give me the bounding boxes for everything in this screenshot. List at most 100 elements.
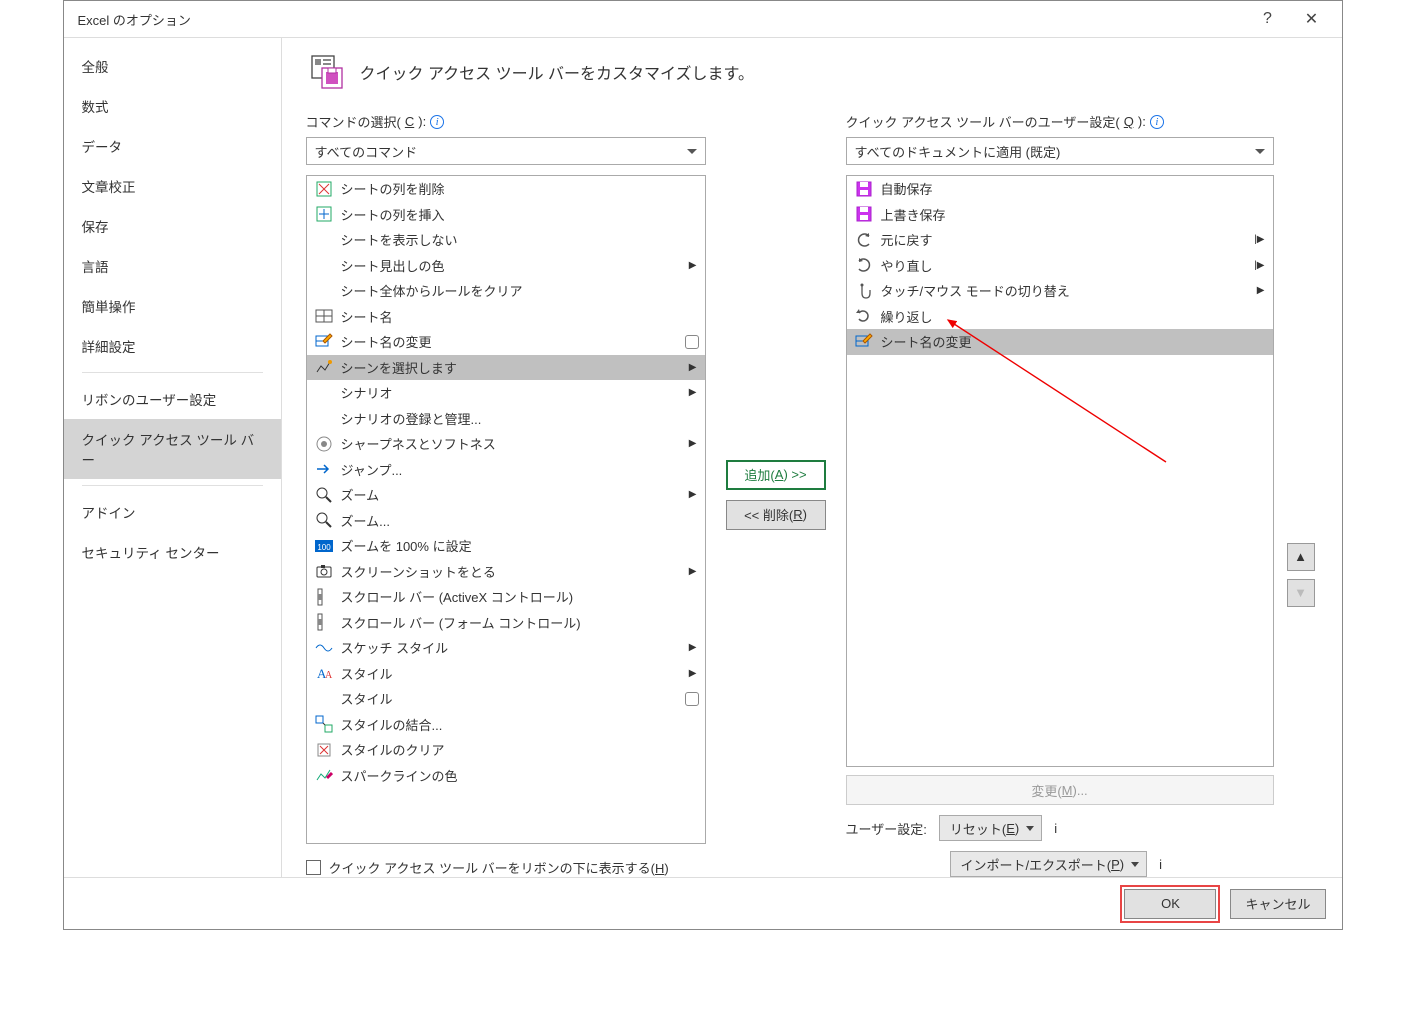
- list-item-label: スクロール バー (ActiveX コントロール): [341, 587, 699, 606]
- sidebar-item[interactable]: 簡単操作: [64, 286, 281, 326]
- list-item[interactable]: シナリオ▶: [307, 380, 705, 406]
- list-item[interactable]: シート名の変更: [307, 329, 705, 355]
- import-export-dropdown[interactable]: インポート/エクスポート(P): [950, 851, 1148, 877]
- list-item-label: シート名の変更: [341, 332, 699, 351]
- grid-edit-icon: [313, 332, 335, 352]
- list-item[interactable]: スタイルの結合...: [307, 712, 705, 738]
- sidebar-item[interactable]: 文章校正: [64, 166, 281, 206]
- list-item[interactable]: 繰り返し: [847, 304, 1273, 330]
- list-item-label: シート全体からルールをクリア: [341, 281, 699, 300]
- qat-label: クイック アクセス ツール バーのユーザー設定(Q): i: [846, 112, 1274, 131]
- commands-from-dropdown[interactable]: すべてのコマンド: [306, 137, 706, 165]
- sidebar-item[interactable]: 全般: [64, 46, 281, 86]
- jump-icon: [313, 459, 335, 479]
- modify-button: 変更(M)...: [846, 775, 1274, 805]
- list-item[interactable]: シートを表示しない: [307, 227, 705, 253]
- list-item[interactable]: スクロール バー (ActiveX コントロール): [307, 584, 705, 610]
- list-item-label: 元に戻す: [881, 230, 1267, 249]
- list-item[interactable]: ズーム...: [307, 508, 705, 534]
- list-item[interactable]: スクリーンショットをとる▶: [307, 559, 705, 585]
- submenu-indicator-icon: ▶: [689, 438, 697, 449]
- svg-text:100: 100: [317, 543, 331, 552]
- show-below-ribbon-row: クイック アクセス ツール バーをリボンの下に表示する(H): [306, 858, 706, 877]
- svg-text:A: A: [325, 670, 333, 681]
- list-item[interactable]: シーンを選択します▶: [307, 355, 705, 381]
- info-icon[interactable]: i: [1159, 857, 1162, 872]
- qat-scope-dropdown[interactable]: すべてのドキュメントに適用 (既定): [846, 137, 1274, 165]
- list-item-label: スクロール バー (フォーム コントロール): [341, 613, 699, 632]
- list-item[interactable]: 元に戻す|▶: [847, 227, 1273, 253]
- list-item[interactable]: スクロール バー (フォーム コントロール): [307, 610, 705, 636]
- reset-dropdown[interactable]: リセット(E): [939, 815, 1042, 841]
- list-item-label: スタイルの結合...: [341, 715, 699, 734]
- close-button[interactable]: ✕: [1290, 4, 1334, 34]
- list-item[interactable]: スケッチ スタイル▶: [307, 635, 705, 661]
- submenu-indicator-icon: ▶: [689, 668, 697, 679]
- move-up-button[interactable]: ▲: [1287, 543, 1315, 571]
- list-item-label: スクリーンショットをとる: [341, 562, 699, 581]
- list-item[interactable]: 上書き保存: [847, 202, 1273, 228]
- cancel-button[interactable]: キャンセル: [1230, 889, 1325, 919]
- list-item[interactable]: ズーム▶: [307, 482, 705, 508]
- info-icon[interactable]: i: [430, 115, 444, 129]
- list-item-label: シート名の変更: [881, 332, 1267, 351]
- blank-icon: [313, 230, 335, 250]
- list-item[interactable]: 100ズームを 100% に設定: [307, 533, 705, 559]
- clear-icon: [313, 740, 335, 760]
- show-below-ribbon-checkbox[interactable]: [306, 860, 321, 875]
- ok-button[interactable]: OK: [1124, 889, 1216, 919]
- list-item[interactable]: スパークラインの色: [307, 763, 705, 789]
- sidebar-item[interactable]: データ: [64, 126, 281, 166]
- help-button[interactable]: ?: [1246, 4, 1290, 34]
- info-icon[interactable]: i: [1150, 115, 1164, 129]
- ok-highlight: OK: [1120, 885, 1220, 923]
- sidebar-item[interactable]: アドイン: [64, 492, 281, 532]
- list-item-label: シナリオの登録と管理...: [341, 409, 699, 428]
- list-item-label: シーンを選択します: [341, 358, 699, 377]
- remove-button[interactable]: << 削除(R): [726, 500, 826, 530]
- move-down-button[interactable]: ▼: [1287, 579, 1315, 607]
- qat-listbox[interactable]: 自動保存上書き保存元に戻す|▶やり直し|▶タッチ/マウス モードの切り替え▶ 繰り…: [846, 175, 1274, 767]
- list-item-label: やり直し: [881, 256, 1267, 275]
- list-item[interactable]: シート全体からルールをクリア: [307, 278, 705, 304]
- sidebar-item[interactable]: クイック アクセス ツール バー: [64, 419, 281, 479]
- list-item-label: シート見出しの色: [341, 256, 699, 275]
- commands-listbox[interactable]: シートの列を削除シートの列を挿入シートを表示しないシート見出しの色▶シート全体か…: [306, 175, 706, 844]
- submenu-indicator-icon: ▶: [689, 642, 697, 653]
- zoom-icon: [313, 510, 335, 530]
- sidebar-item[interactable]: 数式: [64, 86, 281, 126]
- sidebar-item[interactable]: リボンのユーザー設定: [64, 379, 281, 419]
- main-panel: クイック アクセス ツール バーをカスタマイズします。 コマンドの選択(C): …: [282, 38, 1342, 877]
- window-title: Excel のオプション: [78, 10, 1246, 29]
- sidebar-item[interactable]: 保存: [64, 206, 281, 246]
- list-item[interactable]: ジャンプ...: [307, 457, 705, 483]
- list-item[interactable]: シート名: [307, 304, 705, 330]
- scroll-icon: [313, 612, 335, 632]
- info-icon[interactable]: i: [1054, 821, 1057, 836]
- list-item[interactable]: AAスタイル▶: [307, 661, 705, 687]
- list-item[interactable]: シートの列を挿入: [307, 202, 705, 228]
- list-item[interactable]: タッチ/マウス モードの切り替え▶: [847, 278, 1273, 304]
- list-item[interactable]: 自動保存: [847, 176, 1273, 202]
- list-item[interactable]: シート名の変更: [847, 329, 1273, 355]
- sidebar-item[interactable]: 言語: [64, 246, 281, 286]
- repeat-icon: [853, 306, 875, 326]
- list-item-label: ズーム: [341, 485, 699, 504]
- list-item[interactable]: シートの列を削除: [307, 176, 705, 202]
- touch-icon: [853, 281, 875, 301]
- blank-icon: [313, 281, 335, 301]
- add-button[interactable]: 追加(A) >>: [726, 460, 826, 490]
- sidebar-item[interactable]: セキュリティ センター: [64, 532, 281, 572]
- sidebar-item[interactable]: 詳細設定: [64, 326, 281, 366]
- list-item[interactable]: スタイルのクリア: [307, 737, 705, 763]
- list-item[interactable]: スタイル: [307, 686, 705, 712]
- submenu-indicator-icon: ▶: [689, 489, 697, 500]
- list-item-label: シートを表示しない: [341, 230, 699, 249]
- list-item[interactable]: やり直し|▶: [847, 253, 1273, 279]
- list-item-label: スタイルのクリア: [341, 740, 699, 759]
- list-item[interactable]: シート見出しの色▶: [307, 253, 705, 279]
- dialog-footer: OK キャンセル: [64, 877, 1342, 929]
- list-item-label: 繰り返し: [881, 307, 1267, 326]
- list-item[interactable]: シャープネスとソフトネス▶: [307, 431, 705, 457]
- list-item[interactable]: シナリオの登録と管理...: [307, 406, 705, 432]
